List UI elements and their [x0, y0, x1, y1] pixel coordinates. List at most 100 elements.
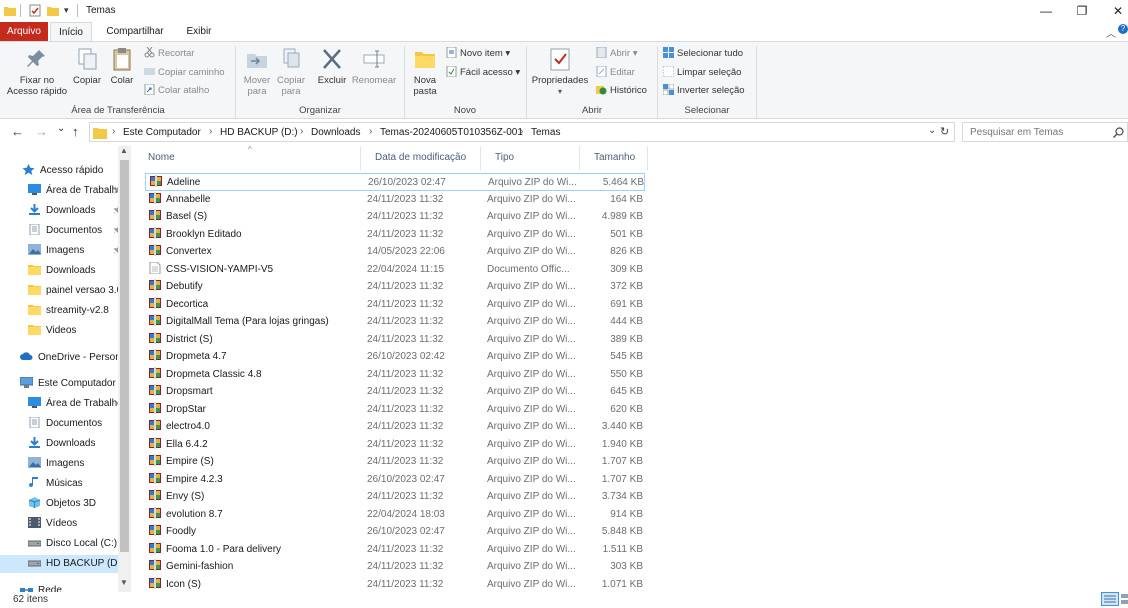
copy-path-button[interactable]: Copiar caminho [144, 65, 225, 81]
breadcrumb-temas-zip-folder[interactable]: Temas-20240605T010356Z-001 [380, 127, 523, 138]
copy-to-button[interactable]: Copiar para [274, 46, 308, 97]
tab-compartilhar[interactable]: Compartilhar [96, 22, 174, 41]
table-row[interactable]: Debutify 24/11/2023 11:32 Arquivo ZIP do W… [145, 278, 645, 296]
nav-item-20[interactable]: HD BACKUP (D:) [0, 555, 118, 573]
breadcrumb-separator[interactable]: › [369, 126, 372, 137]
table-row[interactable]: Decortica 24/11/2023 11:32 Arquivo ZIP do … [145, 296, 645, 314]
table-row[interactable]: Empire (S) 24/11/2023 11:32 Arquivo ZIP do… [145, 453, 645, 471]
table-row[interactable]: Fooma 1.0 - Para delivery 24/11/2023 11:3… [145, 541, 645, 559]
nav-item-14[interactable]: Downloads [8, 435, 126, 453]
new-folder-button[interactable]: Nova pasta [408, 46, 442, 97]
column-header-type[interactable]: Tipo [481, 146, 580, 170]
close-button[interactable]: ✕ [1100, 0, 1128, 22]
delete-button[interactable]: Excluir [314, 46, 350, 86]
nav-item-16[interactable]: Músicas [8, 475, 126, 493]
column-header-name[interactable]: Nome ^ [134, 146, 361, 170]
table-row[interactable]: evolution 8.7 22/04/2024 18:03 Arquivo ZIP… [145, 506, 645, 524]
up-button[interactable]: ↑ [72, 124, 79, 139]
collapse-ribbon-icon[interactable]: ︿ [1106, 25, 1116, 40]
nav-item-4[interactable]: Documentos [8, 222, 126, 240]
history-button[interactable]: Histórico [596, 83, 647, 99]
rename-button[interactable]: Renomear [350, 46, 398, 86]
minimize-button[interactable]: — [1028, 0, 1064, 22]
breadcrumb-separator[interactable]: › [520, 126, 523, 137]
customize-toolbar-icon[interactable]: ▾ [64, 5, 69, 16]
refresh-button[interactable]: ↻ [940, 125, 949, 138]
easy-access-button[interactable]: Fácil acesso ▾ [446, 65, 520, 81]
select-none-button[interactable]: Limpar seleção [663, 65, 741, 81]
tab-arquivo[interactable]: Arquivo [0, 22, 48, 41]
nav-item-5[interactable]: Imagens [8, 242, 126, 260]
nav-item-12[interactable]: Área de Trabalho [8, 395, 126, 413]
breadcrumb-separator[interactable]: › [112, 126, 115, 137]
table-row[interactable]: CSS-VISION-YAMPI-V5 22/04/2024 11:15 Docum… [145, 261, 645, 279]
table-row[interactable]: DigitalMall Tema (Para lojas gringas) 24/… [145, 313, 645, 331]
nav-item-6[interactable]: Downloads [8, 262, 126, 280]
breadcrumb-este-computador[interactable]: Este Computador [123, 127, 201, 138]
pin-quick-access-button[interactable]: Fixar no Acesso rápido [4, 46, 70, 97]
properties-quick-icon[interactable] [29, 4, 41, 17]
search-input[interactable]: Pesquisar em Temas [970, 127, 1063, 138]
scroll-down-icon[interactable]: ▼ [120, 578, 128, 587]
nav-item-11[interactable]: Este Computador [0, 375, 118, 393]
nav-item-18[interactable]: Vídeos [8, 515, 126, 533]
table-row[interactable]: Icon (S) 24/11/2023 11:32 Arquivo ZIP do W… [145, 576, 645, 593]
search-box[interactable]: Pesquisar em Temas [962, 122, 1128, 142]
table-row[interactable]: Adeline 26/10/2023 02:47 Arquivo ZIP do Wi… [145, 173, 645, 191]
table-row[interactable]: Basel (S) 24/11/2023 11:32 Arquivo ZIP do … [145, 208, 645, 226]
breadcrumb-separator[interactable]: › [209, 126, 212, 137]
table-row[interactable]: Foodly 26/10/2023 02:47 Arquivo ZIP do Wi.… [145, 523, 645, 541]
address-bar[interactable]: › Este Computador › HD BACKUP (D:) › Dow… [89, 122, 955, 142]
nav-item-9[interactable]: Videos [8, 322, 126, 340]
paste-button[interactable]: Colar [106, 46, 138, 86]
new-item-button[interactable]: Novo item ▾ [446, 46, 510, 62]
nav-item-2[interactable]: Área de Trabalho [8, 182, 126, 200]
recent-locations-button[interactable]: ⌄ [57, 123, 65, 134]
scroll-up-icon[interactable]: ▲ [120, 146, 128, 155]
table-row[interactable]: Annabelle 24/11/2023 11:32 Arquivo ZIP do … [145, 191, 645, 209]
nav-scrollbar[interactable]: ▲ ▼ [118, 146, 131, 592]
nav-item-7[interactable]: painel versao 3.0 [8, 282, 126, 300]
tab-inicio[interactable]: Início [50, 22, 92, 41]
properties-button[interactable]: Propriedades ▾ [530, 46, 590, 97]
table-row[interactable]: Empire 4.2.3 26/10/2023 02:47 Arquivo ZIP … [145, 471, 645, 489]
cut-button[interactable]: Recortar [144, 46, 194, 62]
address-dropdown-icon[interactable]: ⌄ [928, 125, 936, 136]
column-header-size[interactable]: Tamanho [580, 146, 648, 170]
edit-button[interactable]: Editar [596, 65, 635, 81]
table-row[interactable]: Dropsmart 24/11/2023 11:32 Arquivo ZIP do … [145, 383, 645, 401]
breadcrumb-downloads[interactable]: Downloads [311, 127, 360, 138]
table-row[interactable]: District (S) 24/11/2023 11:32 Arquivo ZIP … [145, 331, 645, 349]
open-button[interactable]: Abrir ▾ [596, 46, 637, 62]
invert-selection-button[interactable]: Inverter seleção [663, 83, 745, 99]
move-to-button[interactable]: Mover para [240, 46, 274, 97]
breadcrumb-hd-backup[interactable]: HD BACKUP (D:) [220, 127, 298, 138]
table-row[interactable]: Dropmeta 4.7 26/10/2023 02:42 Arquivo ZIP … [145, 348, 645, 366]
table-row[interactable]: Gemini-fashion 24/11/2023 11:32 Arquivo ZI… [145, 558, 645, 576]
tab-exibir[interactable]: Exibir [176, 22, 222, 41]
nav-item-15[interactable]: Imagens [8, 455, 126, 473]
nav-item-8[interactable]: streamity-v2.8 [8, 302, 126, 320]
maximize-button[interactable]: ❐ [1064, 0, 1100, 22]
table-row[interactable]: Ella 6.4.2 24/11/2023 11:32 Arquivo ZIP do… [145, 436, 645, 454]
back-button[interactable]: ← [11, 124, 24, 139]
new-folder-quick-icon[interactable] [47, 4, 59, 17]
table-row[interactable]: Convertex 14/05/2023 22:06 Arquivo ZIP do … [145, 243, 645, 261]
nav-item-3[interactable]: Downloads [8, 202, 126, 220]
folder-icon[interactable] [4, 4, 16, 17]
forward-button[interactable]: → [35, 124, 48, 139]
paste-shortcut-button[interactable]: Colar atalho [144, 83, 209, 99]
table-row[interactable]: Dropmeta Classic 4.8 24/11/2023 11:32 Arqu… [145, 366, 645, 384]
nav-item-13[interactable]: Documentos [8, 415, 126, 433]
table-row[interactable]: Brooklyn Editado 24/11/2023 11:32 Arquivo … [145, 226, 645, 244]
help-icon[interactable]: ? [1118, 24, 1128, 34]
table-row[interactable]: DropStar 24/11/2023 11:32 Arquivo ZIP do W… [145, 401, 645, 419]
table-row[interactable]: electro4.0 24/11/2023 11:32 Arquivo ZIP do… [145, 418, 645, 436]
large-icons-view-icon[interactable] [1121, 594, 1128, 605]
column-header-date[interactable]: Data de modificação [361, 146, 481, 170]
details-view-icon[interactable] [1101, 592, 1119, 606]
breadcrumb-separator[interactable]: › [300, 126, 303, 137]
nav-item-17[interactable]: Objetos 3D [8, 495, 126, 513]
copy-button[interactable]: Copiar [70, 46, 104, 86]
nav-item-21[interactable]: Rede [0, 582, 118, 592]
